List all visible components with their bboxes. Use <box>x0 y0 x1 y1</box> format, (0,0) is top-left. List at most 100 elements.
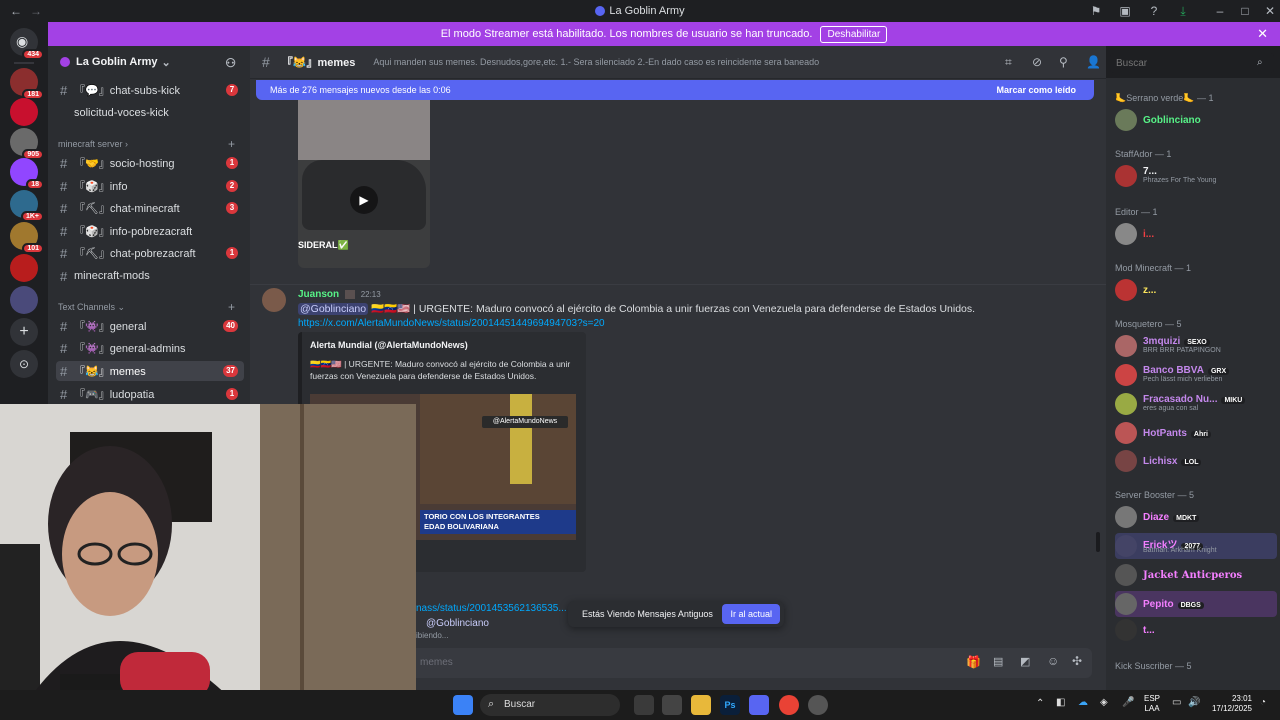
channel-item[interactable]: # 『⛏』chat-minecraft 3 <box>56 198 244 218</box>
member-item[interactable]: Banco BBVA GRX Pech lässt mich verlieben <box>1115 362 1277 388</box>
notifications-icon[interactable]: ◔ <box>1260 697 1266 708</box>
channel-item[interactable]: # minecraft-mods <box>56 266 244 286</box>
gift-icon[interactable]: 🎁 <box>966 655 981 669</box>
discord-taskbar-icon[interactable] <box>749 695 769 715</box>
volume-icon[interactable]: 🔊 <box>1188 697 1200 708</box>
member-item[interactable]: t... <box>1115 617 1277 643</box>
server-icon[interactable] <box>10 254 38 282</box>
members-icon[interactable]: 👤 <box>1086 55 1101 69</box>
help-icon[interactable]: ? <box>1146 3 1162 19</box>
category-minecraft[interactable]: minecraft server › + <box>58 137 235 151</box>
server-icon[interactable]: 1K+ <box>10 190 44 222</box>
member-item[interactable]: z... <box>1115 277 1277 303</box>
jump-to-present-button[interactable]: Ir al actual <box>722 604 780 624</box>
microphone-icon[interactable]: 🎤 <box>1122 697 1134 708</box>
maximize-icon[interactable]: □ <box>1237 3 1253 19</box>
onedrive-icon[interactable]: ☁ <box>1078 697 1088 708</box>
user-mention[interactable]: @Goblinciano <box>426 618 489 629</box>
play-icon[interactable]: ▶ <box>350 186 378 214</box>
member-item[interactable]: Pepito DBGS <box>1115 591 1277 617</box>
channel-item[interactable]: # 『🎲』info 2 <box>56 176 244 196</box>
task-view-icon[interactable] <box>634 695 654 715</box>
window-close-icon[interactable]: ✕ <box>1262 3 1278 19</box>
hash-icon: # <box>60 223 68 239</box>
discover-icon[interactable]: ⊙ <box>10 350 38 378</box>
server-header[interactable]: La Goblin Army ⌄ ⚇ <box>48 46 250 78</box>
pin-icon[interactable]: ⚲ <box>1059 55 1068 69</box>
message-link[interactable]: https://x.com/AlertaMundoNews/status/200… <box>298 318 605 329</box>
server-icon[interactable]: 101 <box>10 222 44 254</box>
apps-icon[interactable]: ✣ <box>1072 654 1082 668</box>
avatar[interactable] <box>262 288 286 312</box>
language-indicator[interactable]: ESP LAA <box>1144 694 1160 714</box>
channel-name: 『🤝』socio-hosting <box>74 158 175 170</box>
member-item[interactable]: 3mquizi SEXO BRR BRR PATAPINGON <box>1115 333 1277 359</box>
disable-streamer-button[interactable]: Deshabilitar <box>820 25 888 43</box>
channel-item-active[interactable]: # 『😹』memes 37 <box>56 361 244 381</box>
channel-topic[interactable]: Aqui manden sus memes. Desnudos,gore,etc… <box>373 57 819 67</box>
chevron-up-icon[interactable]: ⌃ <box>1036 698 1044 709</box>
tray-icon[interactable]: ◈ <box>1100 697 1108 708</box>
member-item[interactable]: Fracasado Nu... MIKU eres agua con sal <box>1115 391 1277 417</box>
member-item[interactable]: Lichisx LOL <box>1115 448 1277 474</box>
photoshop-icon[interactable]: Ps <box>720 695 740 715</box>
channel-item[interactable]: # 『👾』general 40 <box>56 316 244 336</box>
search-input[interactable] <box>1110 53 1274 73</box>
clock[interactable]: 23:01 17/12/2025 <box>1208 694 1252 714</box>
mark-as-read-button[interactable]: Marcar como leído <box>996 85 1076 95</box>
network-icon[interactable]: ▭ <box>1172 697 1181 708</box>
minimize-icon[interactable]: – <box>1212 3 1228 19</box>
member-item[interactable]: Diaze MDKT <box>1115 504 1277 530</box>
monitor-icon[interactable]: ▣ <box>1117 3 1133 19</box>
member-item[interactable]: HotPants Ahri <box>1115 420 1277 446</box>
channel-item[interactable]: # 『🎲』info-pobrezacraft <box>56 221 244 241</box>
mention-badge: 434 <box>22 49 44 60</box>
start-icon[interactable] <box>453 695 473 715</box>
server-icon[interactable]: 181 <box>10 68 44 100</box>
member-item[interactable]: 7... Phrazes For The Young <box>1115 163 1277 189</box>
server-icon[interactable]: 905 <box>10 128 44 160</box>
mute-icon[interactable]: ⊘ <box>1032 55 1042 69</box>
channel-item[interactable]: # 『🎮』ludopatia 1 <box>56 384 244 404</box>
message-link[interactable]: nass/status/2001453562136535... <box>416 603 567 614</box>
member-item[interactable]: Erickツ 2077 Batman: Arkham Knight <box>1115 533 1277 559</box>
sticker-icon[interactable]: ◩ <box>1020 655 1030 668</box>
add-server-icon[interactable]: + <box>10 318 38 346</box>
scrollbar-thumb[interactable] <box>1096 532 1100 552</box>
new-messages-bar[interactable]: Más de 276 mensajes nuevos desde las 0:0… <box>256 80 1094 100</box>
file-explorer-icon[interactable] <box>691 695 711 715</box>
server-icon[interactable] <box>10 286 38 314</box>
threads-icon[interactable]: ⌗ <box>1005 55 1012 70</box>
video-attachment[interactable]: ▶ SIDERAL✅ <box>298 100 430 268</box>
home-button[interactable]: ◉ 434 <box>10 28 44 60</box>
emoji-icon[interactable]: ☺ <box>1047 654 1059 668</box>
member-item[interactable]: i... <box>1115 221 1277 247</box>
server-icon[interactable]: 18 <box>10 158 44 190</box>
invite-icon[interactable]: ⚇ <box>225 56 236 70</box>
app-icon[interactable] <box>662 695 682 715</box>
add-channel-icon[interactable]: + <box>228 137 235 151</box>
member-item[interactable]: Jacket Anticperos <box>1115 562 1277 588</box>
channel-item[interactable]: # 『💬』chat-subs-kick 7 <box>56 80 244 100</box>
channel-item[interactable]: solicitud-voces-kick <box>56 103 244 123</box>
inbox-icon[interactable]: ⚑ <box>1088 3 1104 19</box>
download-icon[interactable]: ⤓ <box>1175 3 1191 19</box>
gif-icon[interactable]: ▤ <box>993 655 1003 668</box>
channel-item[interactable]: # 『👾』general-admins <box>56 338 244 358</box>
user-mention[interactable]: @Goblinciano <box>298 303 369 315</box>
channel-item[interactable]: # 『🤝』socio-hosting 1 <box>56 153 244 173</box>
member-name: HotPants Ahri <box>1143 428 1211 439</box>
app-icon[interactable] <box>808 695 828 715</box>
channel-item[interactable]: # 『⛏』chat-pobrezacraft 1 <box>56 243 244 263</box>
server-icon[interactable] <box>10 98 38 126</box>
add-channel-icon[interactable]: + <box>228 300 235 314</box>
taskbar-search[interactable]: ⌕ Buscar <box>480 694 620 716</box>
close-icon[interactable]: ✕ <box>1257 26 1268 42</box>
author-name[interactable]: Juanson <box>298 289 339 300</box>
channel-name: 『👾』general-admins <box>74 343 186 355</box>
category-text-channels[interactable]: Text Channels ⌄ + <box>58 300 235 314</box>
member-item[interactable]: Goblinciano <box>1115 107 1277 133</box>
embed-author[interactable]: Alerta Mundial (@AlertaMundoNews) <box>310 340 468 350</box>
tray-icon[interactable]: ◧ <box>1056 697 1065 708</box>
chrome-icon[interactable] <box>779 695 799 715</box>
